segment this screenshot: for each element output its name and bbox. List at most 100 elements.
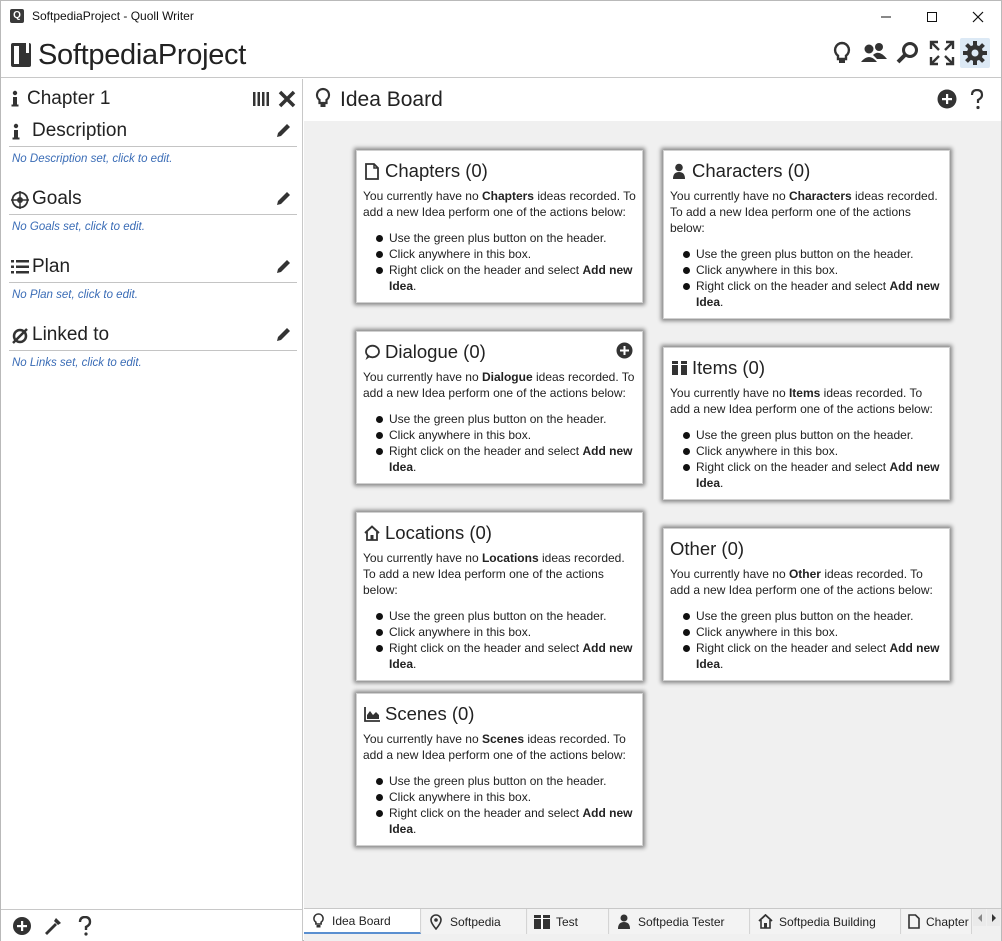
briefcase-icon: [534, 914, 550, 930]
tab-test[interactable]: Test: [528, 909, 609, 934]
card-header[interactable]: Dialogue (0): [363, 340, 637, 364]
card-header[interactable]: Other (0): [670, 537, 944, 561]
idea-card-chapters[interactable]: Chapters (0) You currently have no Chapt…: [356, 150, 643, 303]
description-empty-link[interactable]: No Description set, click to edit.: [12, 153, 297, 165]
list-icon: [11, 259, 29, 280]
help-button[interactable]: [75, 916, 95, 936]
description-section: Description No Description set, click to…: [9, 115, 297, 165]
tab-scroll-left-button[interactable]: [973, 909, 986, 926]
links-header[interactable]: Linked to: [9, 319, 297, 351]
tools-button[interactable]: [43, 916, 63, 936]
project-header: SoftpediaProject: [1, 32, 1001, 78]
list-item: Use the green plus button on the header.: [683, 427, 944, 443]
card-header[interactable]: Chapters (0): [363, 159, 637, 183]
tab-softpedia-building[interactable]: Softpedia Building: [751, 909, 901, 934]
idea-card-other[interactable]: Other (0) You currently have no Other id…: [663, 528, 950, 681]
tab-label: Chapter 1: [926, 914, 971, 929]
target-icon: [11, 191, 29, 214]
list-item: Click anywhere in this box.: [376, 246, 637, 262]
area-chart-icon: [363, 705, 381, 723]
idea-card-scenes[interactable]: Scenes (0) You currently have no Scenes …: [356, 693, 643, 846]
minimize-button[interactable]: [863, 1, 909, 32]
tab-softpedia[interactable]: Softpedia: [422, 909, 527, 934]
app-logo-icon: Q: [10, 9, 24, 23]
question-icon: [970, 88, 984, 110]
chapter-title: Chapter 1: [27, 88, 111, 109]
plan-header[interactable]: Plan: [9, 251, 297, 283]
list-item: Right click on the header and select Add…: [683, 640, 944, 672]
card-actions-list: Use the green plus button on the header.…: [376, 230, 637, 294]
goals-section: Goals No Goals set, click to edit.: [9, 183, 297, 233]
edit-description-button[interactable]: [275, 123, 291, 144]
card-title: Scenes (0): [385, 703, 475, 724]
list-item: Use the green plus button on the header.: [683, 246, 944, 262]
search-button[interactable]: [893, 38, 923, 68]
card-actions-list: Use the green plus button on the header.…: [376, 608, 637, 672]
tab-label: Test: [556, 914, 579, 929]
goals-title: Goals: [32, 188, 82, 209]
tab-chapter-1[interactable]: Chapter 1: [902, 909, 972, 934]
house-icon: [363, 524, 381, 542]
edit-goals-button[interactable]: [275, 191, 291, 212]
plan-empty-link[interactable]: No Plan set, click to edit.: [12, 289, 297, 301]
edit-links-button[interactable]: [275, 327, 291, 348]
settings-button[interactable]: [960, 38, 990, 68]
idea-card-items[interactable]: Items (0) You currently have no Items id…: [663, 347, 950, 500]
card-title: Characters (0): [692, 160, 811, 181]
chapter-sidebar: Chapter 1 Description No Description set…: [1, 79, 303, 941]
tab-softpedia-tester[interactable]: Softpedia Tester: [610, 909, 750, 934]
fullscreen-icon: [929, 40, 955, 66]
chevron-right-icon: [991, 913, 996, 922]
close-chapter-button[interactable]: [278, 90, 296, 113]
book-icon: [10, 42, 34, 73]
columns-icon: [253, 92, 269, 106]
links-empty-link[interactable]: No Links set, click to edit.: [12, 357, 297, 369]
tab-scroll-right-button[interactable]: [987, 909, 1000, 926]
card-description: You currently have no Chapters ideas rec…: [363, 189, 636, 219]
list-item: Click anywhere in this box.: [376, 789, 637, 805]
add-idea-type-button[interactable]: [937, 89, 957, 114]
info-icon: [10, 90, 20, 113]
close-window-button[interactable]: [955, 1, 1001, 32]
card-description: You currently have no Characters ideas r…: [670, 189, 938, 235]
idea-card-locations[interactable]: Locations (0) You currently have no Loca…: [356, 512, 643, 681]
idea-icon: [833, 41, 851, 63]
idea-board-button[interactable]: [827, 38, 857, 68]
card-header[interactable]: Characters (0): [670, 159, 944, 183]
card-description: You currently have no Items ideas record…: [670, 386, 933, 416]
add-idea-button[interactable]: [616, 342, 633, 364]
help-button[interactable]: [970, 88, 984, 116]
idea-board-header: Idea Board: [304, 79, 1001, 121]
description-header[interactable]: Description: [9, 115, 297, 147]
plus-circle-icon: [13, 917, 31, 935]
card-actions-list: Use the green plus button on the header.…: [683, 427, 944, 491]
list-item: Click anywhere in this box.: [376, 624, 637, 640]
idea-card-characters[interactable]: Characters (0) You currently have no Cha…: [663, 150, 950, 319]
window-title: SoftpediaProject - Quoll Writer: [32, 9, 194, 23]
list-item: Click anywhere in this box.: [683, 624, 944, 640]
edit-plan-button[interactable]: [275, 259, 291, 280]
title-bar: Q SoftpediaProject - Quoll Writer: [1, 1, 1001, 32]
card-header[interactable]: Scenes (0): [363, 702, 637, 726]
characters-button[interactable]: [859, 38, 889, 68]
gear-icon: [963, 41, 987, 65]
tab-label: Softpedia Building: [779, 914, 876, 929]
wand-icon: [45, 918, 61, 935]
description-title: Description: [32, 120, 128, 141]
tab-idea-board[interactable]: Idea Board: [304, 909, 421, 934]
card-header[interactable]: Items (0): [670, 356, 944, 380]
card-title: Dialogue (0): [385, 341, 486, 362]
idea-icon: [315, 87, 331, 116]
idea-card-dialogue[interactable]: Dialogue (0) You currently have no Dialo…: [356, 331, 643, 484]
tab-label: Softpedia: [450, 914, 501, 929]
pencil-icon: [277, 328, 290, 341]
add-button[interactable]: [12, 916, 32, 936]
goals-header[interactable]: Goals: [9, 183, 297, 215]
document-icon: [363, 162, 381, 180]
split-view-button[interactable]: [252, 90, 270, 113]
card-header[interactable]: Locations (0): [363, 521, 637, 545]
goals-empty-link[interactable]: No Goals set, click to edit.: [12, 221, 297, 233]
fullscreen-button[interactable]: [927, 38, 957, 68]
list-item: Click anywhere in this box.: [683, 262, 944, 278]
maximize-button[interactable]: [909, 1, 955, 32]
